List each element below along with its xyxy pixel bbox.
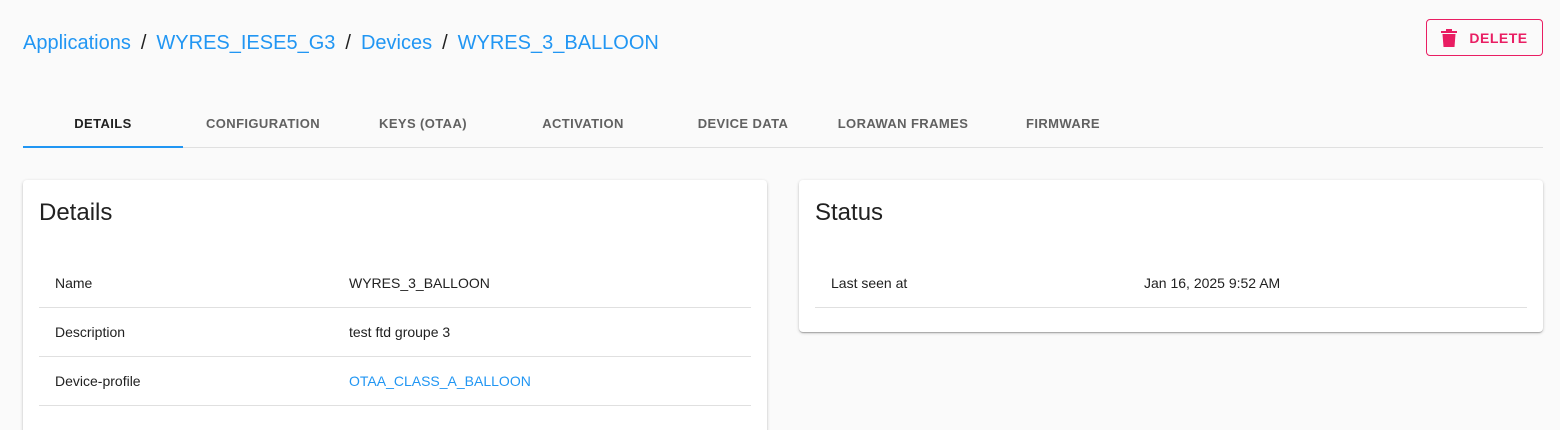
description-value: test ftd groupe 3 — [349, 324, 451, 340]
device-profile-link[interactable]: OTAA_CLASS_A_BALLOON — [349, 373, 751, 389]
tab-activation[interactable]: ACTIVATION — [503, 100, 663, 147]
device-profile-label: Device-profile — [55, 373, 141, 389]
details-card-title: Details — [39, 199, 113, 226]
breadcrumb-separator: / — [140, 32, 147, 54]
table-row: Last seen at Jan 16, 2025 9:52 AM — [815, 259, 1527, 308]
breadcrumb-separator: / — [442, 32, 448, 54]
tab-details[interactable]: DETAILS — [23, 100, 183, 148]
tab-keys-otaa[interactable]: KEYS (OTAA) — [343, 100, 503, 147]
description-label: Description — [55, 324, 126, 340]
breadcrumb-device[interactable]: WYRES_3_BALLOON — [458, 30, 659, 56]
trash-icon — [1441, 28, 1458, 47]
tab-configuration[interactable]: CONFIGURATION — [183, 100, 343, 147]
tab-lorawan-frames[interactable]: LORAWAN FRAMES — [823, 100, 983, 147]
name-label: Name — [55, 275, 93, 291]
last-seen-value: Jan 16, 2025 9:52 AM — [1144, 275, 1281, 291]
table-row: Device-profile OTAA_CLASS_A_BALLOON — [39, 357, 751, 406]
status-card: Status Last seen at Jan 16, 2025 9:52 AM — [799, 180, 1543, 332]
breadcrumb-separator: / — [345, 32, 351, 54]
delete-button[interactable]: DELETE — [1426, 19, 1543, 56]
delete-button-label: DELETE — [1469, 29, 1528, 46]
breadcrumb-applications[interactable]: Applications — [23, 30, 131, 56]
tab-bar: DETAILS CONFIGURATION KEYS (OTAA) ACTIVA… — [23, 100, 1543, 148]
table-row: Name WYRES_3_BALLOON — [39, 259, 751, 308]
breadcrumb-devices[interactable]: Devices — [361, 30, 432, 56]
breadcrumb-application[interactable]: WYRES_IESE5_G3 — [156, 30, 335, 56]
status-card-title: Status — [815, 199, 884, 226]
device-details-page: Applications / WYRES_IESE5_G3 / Devices … — [0, 0, 1560, 430]
last-seen-label: Last seen at — [831, 275, 908, 291]
details-table: Name WYRES_3_BALLOON Description test ft… — [39, 259, 751, 406]
table-row: Description test ftd groupe 3 — [39, 308, 751, 357]
breadcrumb: Applications / WYRES_IESE5_G3 / Devices … — [23, 30, 659, 56]
tab-firmware[interactable]: FIRMWARE — [983, 100, 1143, 147]
tab-device-data[interactable]: DEVICE DATA — [663, 100, 823, 147]
details-card: Details Name WYRES_3_BALLOON Description… — [23, 180, 767, 430]
status-table: Last seen at Jan 16, 2025 9:52 AM — [815, 259, 1527, 308]
name-value: WYRES_3_BALLOON — [349, 275, 490, 291]
